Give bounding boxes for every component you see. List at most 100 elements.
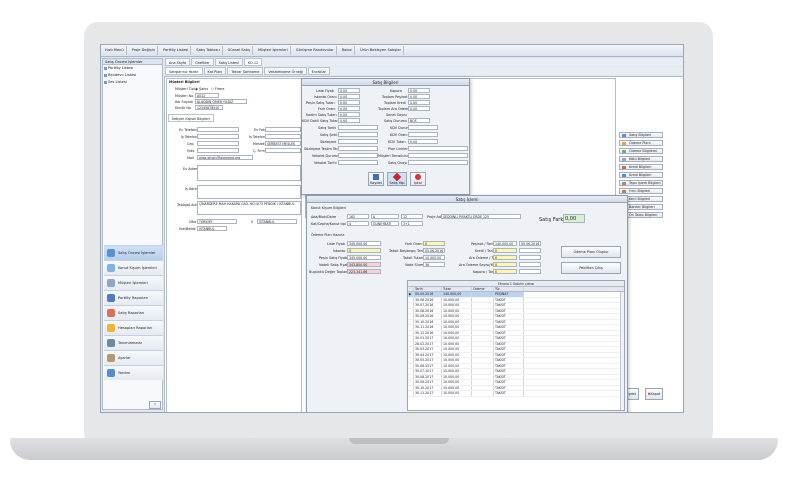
sp-today-field[interactable]: 223.341,86 <box>347 269 381 274</box>
table-cell[interactable]: TAKSİT <box>494 380 524 385</box>
sp-down-date-field[interactable]: 05.06.2016 <box>519 241 541 246</box>
table-cell[interactable]: 30.11.2017 <box>414 391 442 396</box>
district-select[interactable]: İSTANBUL <box>197 226 227 231</box>
table-cell[interactable]: 10.000,00 <box>442 341 472 346</box>
grid-scrollbar[interactable] <box>620 292 624 410</box>
country-select[interactable]: TÜRKİYE <box>197 219 237 224</box>
sp-inter-date-field[interactable] <box>519 255 541 260</box>
table-cell[interactable]: 140.000,00 <box>442 292 472 297</box>
btn-odeme-plani[interactable]: Ödeme Planı <box>619 140 663 146</box>
table-cell[interactable] <box>472 303 494 308</box>
table-cell[interactable]: 30.03.2017 <box>414 347 442 352</box>
email-field[interactable]: aliza.gfuzly@alameed.org <box>197 155 253 160</box>
customer-no-field[interactable]: A012 <box>195 93 219 98</box>
table-cell[interactable]: 10.000,00 <box>442 325 472 330</box>
customer-type-sahis[interactable]: ◉ Şahıs <box>195 87 208 91</box>
table-cell[interactable]: 10.000,00 <box>442 352 472 357</box>
project-field[interactable]: SEDDİNLİ PİYAKTLİ ERDE 125 <box>441 214 521 219</box>
total-down-field[interactable]: 0,00 <box>408 94 430 99</box>
sp-deposit-field[interactable]: 0 <box>493 269 517 274</box>
table-cell[interactable] <box>472 385 494 390</box>
table-cell[interactable] <box>472 347 494 352</box>
sp-down-field[interactable]: 140.000,00 <box>493 241 517 246</box>
table-cell[interactable]: 10.000,00 <box>442 374 472 379</box>
tab-kat-plani[interactable]: Kat Planı <box>203 67 227 75</box>
col-odeme[interactable]: Ödeme <box>472 287 494 291</box>
btn-satis-bilgileri[interactable]: Satış Bilgileri <box>619 132 663 138</box>
dialog-cancel-button[interactable]: İptal <box>410 172 426 186</box>
table-cell[interactable]: 30.08.2017 <box>414 374 442 379</box>
table-cell[interactable]: TAKSİT <box>494 369 524 374</box>
sp-kredi-field[interactable]: 0 <box>493 248 517 253</box>
table-cell[interactable]: TAKSİT <box>494 352 524 357</box>
total-credit-field[interactable]: 0,00 <box>408 100 430 105</box>
home-address-field[interactable] <box>197 165 301 181</box>
table-cell[interactable] <box>472 297 494 302</box>
sp-cash-field[interactable]: 345.000,00 <box>347 255 381 260</box>
table-cell[interactable] <box>472 391 494 396</box>
tab-evraklar[interactable]: Evraklar <box>307 67 330 75</box>
table-cell[interactable]: TAKSİT <box>494 325 524 330</box>
nav-hesap-rapor[interactable]: Hesapları Raporları <box>104 320 163 335</box>
btn-odeme-bilgi[interactable]: Ödeme Bilgilemi <box>619 148 663 154</box>
sp-start-field[interactable]: 05.06.2016 <box>423 248 445 253</box>
table-cell[interactable]: TAKSİT <box>494 314 524 319</box>
customer-type-firma[interactable]: ○ Firma <box>211 87 224 91</box>
table-cell[interactable]: 30.04.2017 <box>414 352 442 357</box>
table-cell[interactable] <box>472 336 494 341</box>
table-cell[interactable] <box>472 292 494 297</box>
customer-name-field[interactable]: ALADDİN ÖMER YILDIZ <box>195 99 247 104</box>
sp-rate-field[interactable]: 0 <box>423 241 445 246</box>
table-cell[interactable] <box>472 308 494 313</box>
nav-musteri[interactable]: Müşteri İşlemleri <box>104 275 163 290</box>
total-interim-field[interactable]: 0,00 <box>408 106 430 111</box>
tab-gorusme[interactable]: Görüşme Randevular <box>294 46 337 55</box>
table-cell[interactable]: TAKSİT <box>494 336 524 341</box>
kdv-amount-field[interactable]: 0,00 <box>408 139 438 144</box>
btn-kredi-bilgi[interactable]: Kredi Bilgileri <box>619 164 663 170</box>
table-cell[interactable]: 10.000,00 <box>442 380 472 385</box>
tab-sartname[interactable]: Tekrar Şartname <box>227 67 264 75</box>
sidebar-item-portfoy[interactable]: Portföy Listesi <box>103 65 162 72</box>
tab-vekaletname[interactable]: Vekaletname Örneği <box>264 67 307 75</box>
table-cell[interactable]: 30.09.2016 <box>414 314 442 319</box>
col-tur[interactable]: Tür <box>494 287 524 291</box>
work-phone2-field[interactable] <box>265 134 301 139</box>
table-cell[interactable]: 30.11.2016 <box>414 325 442 330</box>
table-cell[interactable]: 30.06.2017 <box>414 363 442 368</box>
table-cell[interactable]: 30.10.2016 <box>414 319 442 324</box>
sp-period-field[interactable]: 36 <box>423 262 445 267</box>
sale-date-field[interactable] <box>338 125 378 130</box>
table-cell[interactable]: TAKSİT <box>494 319 524 324</box>
tab-ko12[interactable]: KO-12 <box>243 58 263 66</box>
sp-installment-field[interactable]: 10.000,00 <box>423 255 445 260</box>
nav-ayarlar[interactable]: Ayarlar <box>104 350 163 365</box>
sp-kredi-date-field[interactable] <box>519 248 541 253</box>
table-cell[interactable]: 10.000,00 <box>442 336 472 341</box>
table-cell[interactable] <box>472 314 494 319</box>
table-cell[interactable]: 30.06.2016 <box>414 297 442 302</box>
kdv-status-select[interactable] <box>408 125 438 130</box>
table-cell[interactable] <box>472 325 494 330</box>
sp-deposit-date-field[interactable] <box>519 269 541 274</box>
sp-list-price-field[interactable]: 345.000,00 <box>347 241 381 246</box>
tab-portfoy[interactable]: Portföy Listesi <box>161 46 192 55</box>
btn-firin[interactable]: Fırın Bilgileri <box>619 188 663 194</box>
customer-id-field[interactable]: 12345678910 <box>195 105 223 110</box>
col-tutar[interactable]: Tutar <box>442 287 472 291</box>
tab-musteri[interactable]: Müşteri İşlemleri <box>256 46 291 55</box>
close-button[interactable]: ✖Kapat <box>645 388 663 400</box>
table-cell[interactable]: 05.05.2016 <box>414 292 442 297</box>
btn-tapu[interactable]: Tapu İşlem Bilgileri <box>619 180 663 186</box>
table-cell[interactable]: 10.000,00 <box>442 314 472 319</box>
tab-proje[interactable]: Proje Değişin <box>130 46 159 55</box>
create-plan-button[interactable]: Ödeme Planı Oluştur <box>561 246 621 258</box>
sp-inter-field[interactable]: 0 <box>493 255 517 260</box>
nav-yardim[interactable]: Yardım <box>104 365 163 380</box>
contract-select[interactable] <box>338 139 378 144</box>
cash-price-field[interactable]: 0,00 <box>338 100 360 105</box>
table-cell[interactable]: 10.000,00 <box>442 391 472 396</box>
table-cell[interactable] <box>472 363 494 368</box>
table-cell[interactable]: 30.09.2017 <box>414 380 442 385</box>
tab-hizli-menu[interactable]: Hızlı Menü <box>103 46 127 55</box>
